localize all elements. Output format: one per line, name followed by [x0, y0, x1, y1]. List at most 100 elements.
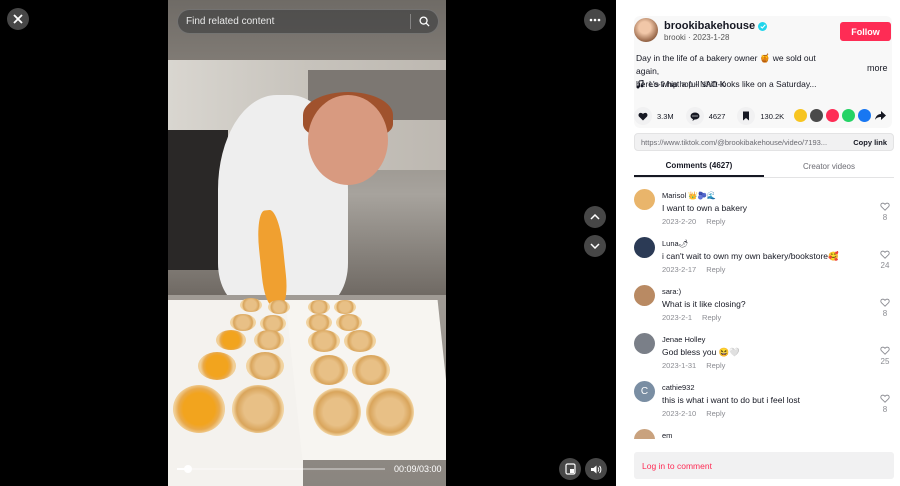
heart-outline-icon[interactable]: [880, 250, 890, 259]
comment-item: C cathie932 this is what i want to do bu…: [634, 378, 894, 426]
comment-item: em: [634, 426, 894, 439]
comment-text: What is it like closing?: [662, 299, 746, 309]
comment-bubble-icon[interactable]: [685, 107, 704, 125]
share-arrow-icon[interactable]: [874, 109, 887, 122]
comment-like[interactable]: 8: [880, 202, 890, 222]
heart-outline-icon[interactable]: [880, 298, 890, 307]
comment-count: 4627: [708, 111, 726, 121]
music-title[interactable]: Lo-fi hip hop - NAO-K: [649, 80, 725, 89]
reply-button[interactable]: Reply: [706, 265, 725, 274]
commenter-name[interactable]: Luna🌶: [662, 239, 688, 248]
whatsapp-share-icon[interactable]: [842, 109, 855, 122]
reply-button[interactable]: Reply: [702, 313, 721, 322]
heart-icon[interactable]: [634, 107, 652, 125]
comment-meta: 2023-2-20 Reply: [662, 217, 725, 226]
search-icon[interactable]: [419, 16, 430, 27]
copy-link-button[interactable]: Copy link: [853, 138, 887, 147]
commenter-avatar[interactable]: [634, 429, 655, 439]
heart-outline-icon[interactable]: [880, 394, 890, 403]
comment-like[interactable]: 8: [880, 298, 890, 318]
like-stat[interactable]: 3.3M: [634, 107, 674, 125]
chevron-down-icon: [590, 243, 600, 249]
commenter-name[interactable]: cathie932: [662, 383, 695, 392]
author-username[interactable]: brookibakehouse: [664, 20, 755, 32]
commenter-avatar[interactable]: [634, 285, 655, 306]
video-stage: Find related content 00:09/03:00: [0, 0, 616, 486]
next-video-button[interactable]: [584, 235, 606, 257]
comment-text: I want to own a bakery: [662, 203, 748, 213]
video-link-box: https://www.tiktok.com/@brookibakehouse/…: [634, 133, 894, 151]
search-input[interactable]: Find related content: [186, 16, 402, 27]
engagement-stats: 3.3M 4627 130.2K: [634, 107, 796, 125]
reply-button[interactable]: Reply: [706, 217, 725, 226]
post-date: 2023-1-28: [692, 33, 730, 42]
tab-creator-videos[interactable]: Creator videos: [764, 156, 894, 177]
comment-item: sara:) What is it like closing? 2023-2-1…: [634, 282, 894, 330]
volume-button[interactable]: [585, 458, 607, 480]
chevron-up-icon: [590, 214, 600, 220]
commenter-name[interactable]: em: [662, 431, 672, 439]
comment-meta: 2023-1-31 Reply: [662, 361, 725, 370]
bookmark-icon[interactable]: [737, 107, 756, 125]
more-dots-icon: [589, 18, 601, 22]
video-url[interactable]: https://www.tiktok.com/@brookibakehouse/…: [641, 138, 853, 147]
video-progress-bar[interactable]: [177, 465, 385, 473]
previous-video-button[interactable]: [584, 206, 606, 228]
commenter-name[interactable]: sara:): [662, 287, 681, 296]
comment-like-count: 25: [880, 357, 890, 366]
comment-meta: 2023-2-17 Reply: [662, 265, 725, 274]
close-icon: [13, 14, 23, 24]
follow-button[interactable]: Follow: [840, 22, 891, 41]
comment-text: this is what i want to do but i feel los…: [662, 395, 800, 405]
share-icons: [794, 109, 887, 122]
tab-comments[interactable]: Comments (4627): [634, 156, 764, 177]
progress-handle[interactable]: [184, 465, 192, 473]
comment-like-count: 8: [882, 213, 888, 222]
verified-badge-icon: [758, 21, 768, 31]
comment-stat[interactable]: 4627: [685, 107, 726, 125]
author-subline: brooki · 2023-1-28: [664, 33, 730, 42]
comment-like[interactable]: 24: [880, 250, 890, 270]
author-avatar[interactable]: [634, 18, 658, 42]
music-link[interactable]: Lo-fi hip hop - NAO-K: [636, 80, 725, 89]
search-bar[interactable]: Find related content: [177, 9, 439, 34]
video-player[interactable]: [168, 0, 446, 486]
reply-button[interactable]: Reply: [706, 409, 725, 418]
close-button[interactable]: [7, 8, 29, 30]
save-count: 130.2K: [760, 111, 785, 121]
facebook-share-icon[interactable]: [858, 109, 871, 122]
description-line-1: Day in the life of a bakery owner 🍯 we s…: [636, 53, 816, 76]
send-share-icon[interactable]: [826, 109, 839, 122]
comment-like[interactable]: 8: [880, 394, 890, 414]
more-options-button[interactable]: [584, 9, 606, 31]
video-time: 00:09/03:00: [394, 464, 442, 474]
more-link[interactable]: more: [867, 63, 888, 73]
reply-button[interactable]: Reply: [706, 361, 725, 370]
comment-date: 2023-2-10: [662, 409, 697, 418]
panel-tabs: Comments (4627) Creator videos: [634, 156, 894, 178]
comment-item: Marisol 👑🫐🌊 I want to own a bakery 2023-…: [634, 186, 894, 234]
comment-like-count: 8: [882, 405, 888, 414]
comment-text: God bless you 😆🤍: [662, 347, 740, 357]
commenter-name[interactable]: Marisol 👑🫐🌊: [662, 191, 716, 200]
commenter-name[interactable]: Jenae Holley: [662, 335, 705, 344]
heart-outline-icon[interactable]: [880, 202, 890, 211]
comment-like[interactable]: 25: [880, 346, 890, 366]
author-username-row[interactable]: brookibakehouse: [664, 20, 768, 32]
save-stat[interactable]: 130.2K: [737, 107, 784, 125]
comment-item: Luna🌶 i can't wait to own my own bakery/…: [634, 234, 894, 282]
comment-like-count: 8: [882, 309, 888, 318]
picture-in-picture-button[interactable]: [559, 458, 581, 480]
commenter-avatar[interactable]: [634, 189, 655, 210]
comment-like-count: 24: [880, 261, 890, 270]
comment-date: 2023-1-31: [662, 361, 697, 370]
commenter-avatar[interactable]: [634, 333, 655, 354]
embed-share-icon[interactable]: [810, 109, 823, 122]
commenter-avatar[interactable]: C: [634, 381, 655, 402]
commenter-avatar[interactable]: [634, 237, 655, 258]
login-to-comment-button[interactable]: Log in to comment: [634, 452, 894, 479]
comment-list[interactable]: Marisol 👑🫐🌊 I want to own a bakery 2023-…: [634, 186, 894, 439]
repost-share-icon[interactable]: [794, 109, 807, 122]
speaker-icon: [591, 465, 602, 473]
heart-outline-icon[interactable]: [880, 346, 890, 355]
